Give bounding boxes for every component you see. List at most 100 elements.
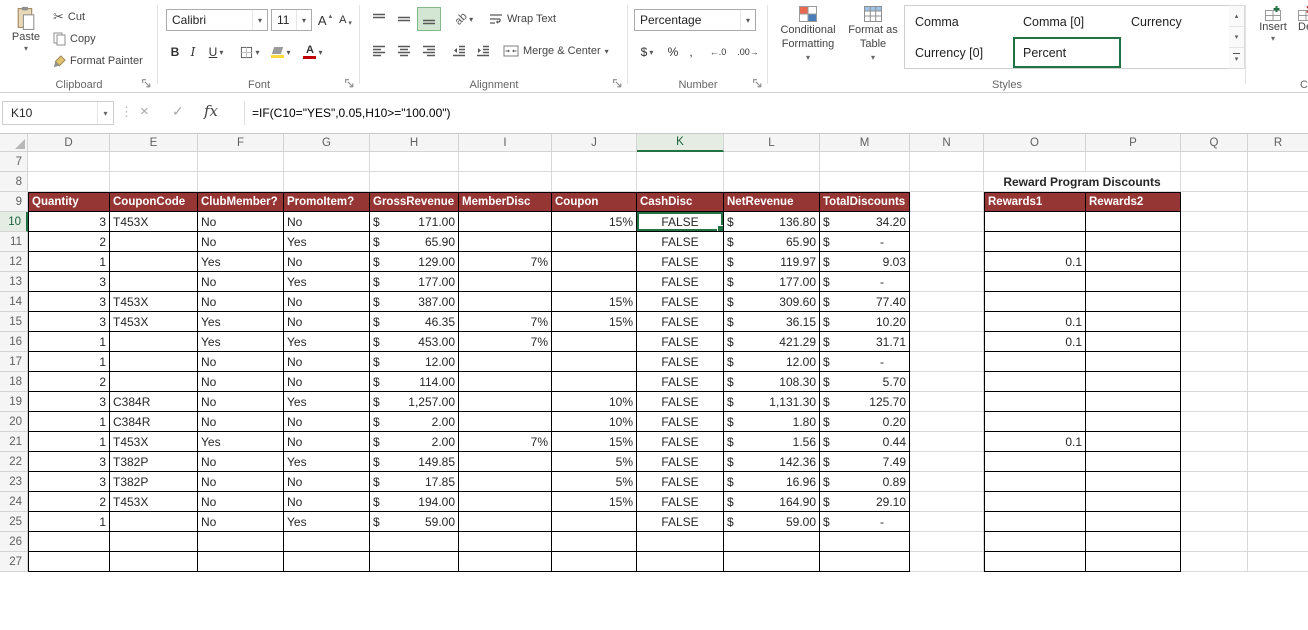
cell-F9[interactable]: ClubMember? <box>198 192 284 212</box>
cell-F27[interactable] <box>198 552 284 572</box>
cell-Q8[interactable] <box>1181 172 1248 192</box>
cell-N14[interactable] <box>910 292 984 312</box>
cell-H20[interactable]: $2.00 <box>370 412 459 432</box>
cell-E12[interactable] <box>110 252 198 272</box>
cell-O11[interactable] <box>984 232 1086 252</box>
cell-J8[interactable] <box>552 172 637 192</box>
cell-D7[interactable] <box>28 152 110 172</box>
cell-style-percent[interactable]: Percent <box>1013 37 1121 68</box>
cell-J18[interactable] <box>552 372 637 392</box>
cell-F21[interactable]: Yes <box>198 432 284 452</box>
cell-G17[interactable]: No <box>284 352 370 372</box>
cell-style-currency-0[interactable]: Currency [0] <box>905 37 1013 68</box>
cell-P10[interactable] <box>1086 212 1181 232</box>
cell-G25[interactable]: Yes <box>284 512 370 532</box>
column-header-K[interactable]: K <box>637 134 724 152</box>
cell-R20[interactable] <box>1248 412 1308 432</box>
cell-J12[interactable] <box>552 252 637 272</box>
cell-L18[interactable]: $108.30 <box>724 372 820 392</box>
row-header-19[interactable]: 19 <box>0 392 28 412</box>
row-header-7[interactable]: 7 <box>0 152 28 172</box>
cell-J14[interactable]: 15% <box>552 292 637 312</box>
cell-M16[interactable]: $31.71 <box>820 332 910 352</box>
accounting-format-button[interactable]: $ ▾ <box>634 41 660 63</box>
comma-style-button[interactable]: , <box>684 41 698 63</box>
orientation-button[interactable]: ab ▾ <box>448 8 480 30</box>
cell-H14[interactable]: $387.00 <box>370 292 459 312</box>
column-header-H[interactable]: H <box>370 134 459 152</box>
cell-M11[interactable]: $- <box>820 232 910 252</box>
cell-G23[interactable]: No <box>284 472 370 492</box>
font-dialog-launcher[interactable] <box>344 78 355 89</box>
cell-G13[interactable]: Yes <box>284 272 370 292</box>
cell-H15[interactable]: $46.35 <box>370 312 459 332</box>
cell-H10[interactable]: $171.00 <box>370 212 459 232</box>
cell-J25[interactable] <box>552 512 637 532</box>
underline-button[interactable]: U ▾ <box>202 41 230 63</box>
cell-D13[interactable]: 3 <box>28 272 110 292</box>
cell-F18[interactable]: No <box>198 372 284 392</box>
cell-M26[interactable] <box>820 532 910 552</box>
row-header-24[interactable]: 24 <box>0 492 28 512</box>
cell-K16[interactable]: FALSE <box>637 332 724 352</box>
column-header-D[interactable]: D <box>28 134 110 152</box>
cell-G11[interactable]: Yes <box>284 232 370 252</box>
cell-K15[interactable]: FALSE <box>637 312 724 332</box>
row-header-15[interactable]: 15 <box>0 312 28 332</box>
cell-D23[interactable]: 3 <box>28 472 110 492</box>
row-header-14[interactable]: 14 <box>0 292 28 312</box>
cell-K27[interactable] <box>637 552 724 572</box>
cell-E8[interactable] <box>110 172 198 192</box>
column-header-M[interactable]: M <box>820 134 910 152</box>
cancel-icon[interactable]: × <box>140 103 149 120</box>
merge-center-dropdown-arrow[interactable]: ▾ <box>605 47 609 56</box>
styles-more-button[interactable]: ▾ <box>1229 48 1244 68</box>
cell-I19[interactable] <box>459 392 552 412</box>
row-header-21[interactable]: 21 <box>0 432 28 452</box>
cell-K18[interactable]: FALSE <box>637 372 724 392</box>
cell-H27[interactable] <box>370 552 459 572</box>
borders-button[interactable]: ▾ <box>236 41 264 63</box>
cell-Q26[interactable] <box>1181 532 1248 552</box>
cell-M14[interactable]: $77.40 <box>820 292 910 312</box>
cell-F10[interactable]: No <box>198 212 284 232</box>
format-as-table-dropdown-arrow[interactable]: ▾ <box>871 53 875 62</box>
cell-L19[interactable]: $1,131.30 <box>724 392 820 412</box>
cell-O26[interactable] <box>984 532 1086 552</box>
cell-E10[interactable]: T453X <box>110 212 198 232</box>
insert-function-icon[interactable]: fx <box>204 102 218 120</box>
cell-N15[interactable] <box>910 312 984 332</box>
accounting-dropdown-arrow[interactable]: ▾ <box>649 48 653 57</box>
cell-O14[interactable] <box>984 292 1086 312</box>
font-name-select[interactable]: Calibri ▾ <box>166 9 268 31</box>
cell-R7[interactable] <box>1248 152 1308 172</box>
cell-Q25[interactable] <box>1181 512 1248 532</box>
font-name-dropdown-arrow[interactable]: ▾ <box>252 10 267 30</box>
cell-I26[interactable] <box>459 532 552 552</box>
cell-E16[interactable] <box>110 332 198 352</box>
cell-D12[interactable]: 1 <box>28 252 110 272</box>
cell-E26[interactable] <box>110 532 198 552</box>
cell-N13[interactable] <box>910 272 984 292</box>
cell-I12[interactable]: 7% <box>459 252 552 272</box>
cell-R25[interactable] <box>1248 512 1308 532</box>
cell-F11[interactable]: No <box>198 232 284 252</box>
copy-button[interactable]: Copy <box>50 29 99 49</box>
enter-icon[interactable]: ✓ <box>172 103 184 120</box>
cell-I11[interactable] <box>459 232 552 252</box>
cell-F26[interactable] <box>198 532 284 552</box>
cell-Q7[interactable] <box>1181 152 1248 172</box>
cell-M15[interactable]: $10.20 <box>820 312 910 332</box>
align-left-button[interactable] <box>368 40 390 62</box>
cell-F17[interactable]: No <box>198 352 284 372</box>
cell-H13[interactable]: $177.00 <box>370 272 459 292</box>
cell-M8[interactable] <box>820 172 910 192</box>
cell-F15[interactable]: Yes <box>198 312 284 332</box>
cell-I8[interactable] <box>459 172 552 192</box>
cell-P25[interactable] <box>1086 512 1181 532</box>
cell-L15[interactable]: $36.15 <box>724 312 820 332</box>
cell-P14[interactable] <box>1086 292 1181 312</box>
cell-F13[interactable]: No <box>198 272 284 292</box>
cell-Q10[interactable] <box>1181 212 1248 232</box>
fill-color-dropdown-arrow[interactable]: ▾ <box>286 48 290 57</box>
